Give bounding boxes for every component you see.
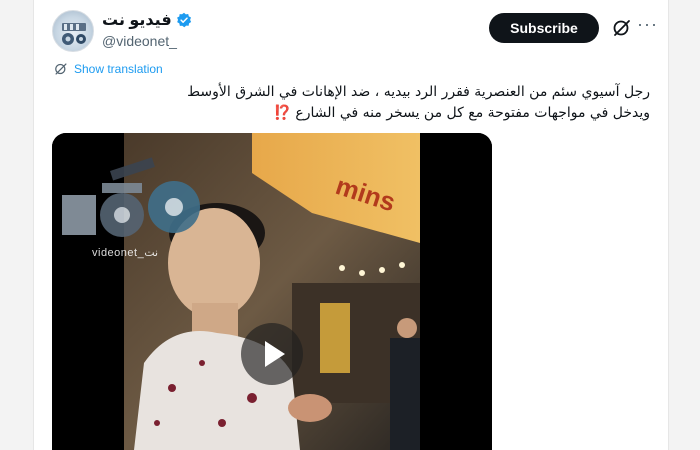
video-player[interactable]: mins videonet_نت bbox=[52, 133, 492, 450]
subscribe-button[interactable]: Subscribe bbox=[489, 13, 599, 43]
more-icon[interactable]: ··· bbox=[637, 14, 661, 38]
author-name-row: فيديو نت bbox=[102, 10, 194, 30]
tweet-card: فيديو نت @videonet_ Subscribe ··· Show t… bbox=[33, 0, 669, 450]
show-translation-label: Show translation bbox=[74, 62, 163, 76]
verified-badge-icon bbox=[176, 12, 191, 28]
author-info[interactable]: فيديو نت @videonet_ bbox=[102, 10, 302, 49]
tweet-line-2-text: ويدخل في مواجهات مفتوحة مع كل من يسخر من… bbox=[295, 105, 650, 121]
emphasis-mark: ⁉️ bbox=[273, 105, 291, 121]
tweet-text: رجل آسيوي سئم من العنصرية فقرر الرد بيدي… bbox=[52, 82, 650, 124]
author-display-name: فيديو نت bbox=[102, 12, 172, 29]
video-frame: mins bbox=[52, 133, 492, 450]
play-icon[interactable] bbox=[241, 323, 303, 385]
tweet-header: فيديو نت @videonet_ Subscribe ··· bbox=[34, 0, 670, 60]
author-handle: @videonet_ bbox=[102, 33, 177, 49]
show-translation-link[interactable]: Show translation bbox=[54, 62, 163, 76]
avatar-logo-icon bbox=[62, 23, 86, 45]
grok-icon-small bbox=[55, 63, 67, 75]
tweet-line-1: رجل آسيوي سئم من العنصرية فقرر الرد بيدي… bbox=[187, 84, 650, 100]
video-watermark: videonet_نت bbox=[92, 247, 159, 259]
tweet-line-2: ويدخل في مواجهات مفتوحة مع كل من يسخر من… bbox=[52, 103, 650, 124]
avatar[interactable] bbox=[52, 10, 94, 52]
grok-icon[interactable] bbox=[612, 18, 632, 38]
